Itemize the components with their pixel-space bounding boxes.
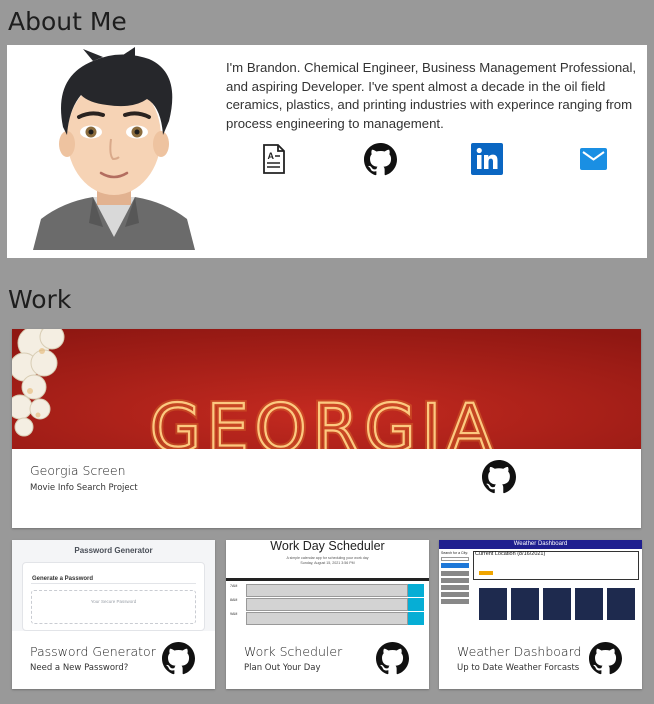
thumb-placeholder: Your Secure Password <box>31 590 196 624</box>
project-subtitle: Need a New Password? <box>30 663 129 673</box>
github-icon <box>363 142 397 175</box>
thumb-hour: 8AM <box>230 598 238 602</box>
github-repo-link[interactable] <box>589 642 623 676</box>
github-icon <box>162 642 195 675</box>
project-title: Work Scheduler <box>244 644 343 659</box>
about-section-title: About Me <box>8 7 127 36</box>
project-title: Weather Dashboard <box>457 644 582 659</box>
svg-text:A: A <box>268 151 275 161</box>
thumb-search-label: Search for a City: <box>441 551 469 555</box>
project-subtitle: Movie Info Search Project <box>30 483 138 493</box>
project-banner-image: GEORGIA GEORGIA <box>12 329 641 449</box>
github-icon <box>482 460 516 494</box>
email-link[interactable] <box>576 142 610 176</box>
thumb-hour: 9AM <box>230 612 238 616</box>
bio-text: I'm Brandon. Chemical Engineer, Business… <box>226 60 637 131</box>
github-repo-link[interactable] <box>376 642 410 676</box>
resume-icon: A <box>263 144 285 174</box>
thumb-date: Sunday, August 15, 2021 3:56 PM <box>300 561 355 565</box>
work-section-title: Work <box>8 285 72 314</box>
thumb-location: Current Location (8/16/2021) <box>475 551 546 557</box>
project-title: Password Generator <box>30 644 156 659</box>
project-card-weather[interactable]: Weather Dashboard Search for a City: Cur… <box>439 540 642 689</box>
resume-link[interactable]: A <box>257 142 291 176</box>
github-profile-link[interactable] <box>363 142 397 176</box>
linkedin-icon <box>471 143 503 175</box>
thumb-card-heading: Generate a Password <box>32 576 94 582</box>
project-title: Georgia Screen <box>30 463 126 478</box>
email-icon <box>579 148 607 170</box>
github-repo-link[interactable] <box>162 642 196 676</box>
project-subtitle: Up to Date Weather Forcasts <box>457 663 580 673</box>
project-thumbnail: Password Generator Generate a Password Y… <box>12 540 215 631</box>
project-card-password[interactable]: Password Generator Generate a Password Y… <box>12 540 215 689</box>
github-icon <box>376 642 409 675</box>
project-card-scheduler[interactable]: Work Day Scheduler A simple calendar app… <box>226 540 429 689</box>
thumb-heading: Password Generator <box>74 546 153 555</box>
svg-text:GEORGIA: GEORGIA <box>150 390 498 449</box>
thumb-heading: Weather Dashboard <box>439 540 642 549</box>
project-thumbnail: Weather Dashboard Search for a City: Cur… <box>439 540 642 631</box>
project-thumbnail: Work Day Scheduler A simple calendar app… <box>226 540 429 631</box>
thumb-hour: 7AM <box>230 584 238 588</box>
github-icon <box>589 642 622 675</box>
about-card: I'm Brandon. Chemical Engineer, Business… <box>7 45 647 258</box>
banner-graphic: GEORGIA GEORGIA <box>12 329 641 449</box>
contact-links: A <box>7 142 647 176</box>
featured-project-card[interactable]: GEORGIA GEORGIA Georgia Screen Movie Inf… <box>12 329 641 528</box>
thumb-tagline: A simple calendar app for scheduling you… <box>286 556 369 560</box>
linkedin-link[interactable] <box>470 142 504 176</box>
github-repo-link[interactable] <box>482 460 516 494</box>
thumb-heading: Work Day Scheduler <box>270 540 385 553</box>
project-subtitle: Plan Out Your Day <box>244 663 321 673</box>
